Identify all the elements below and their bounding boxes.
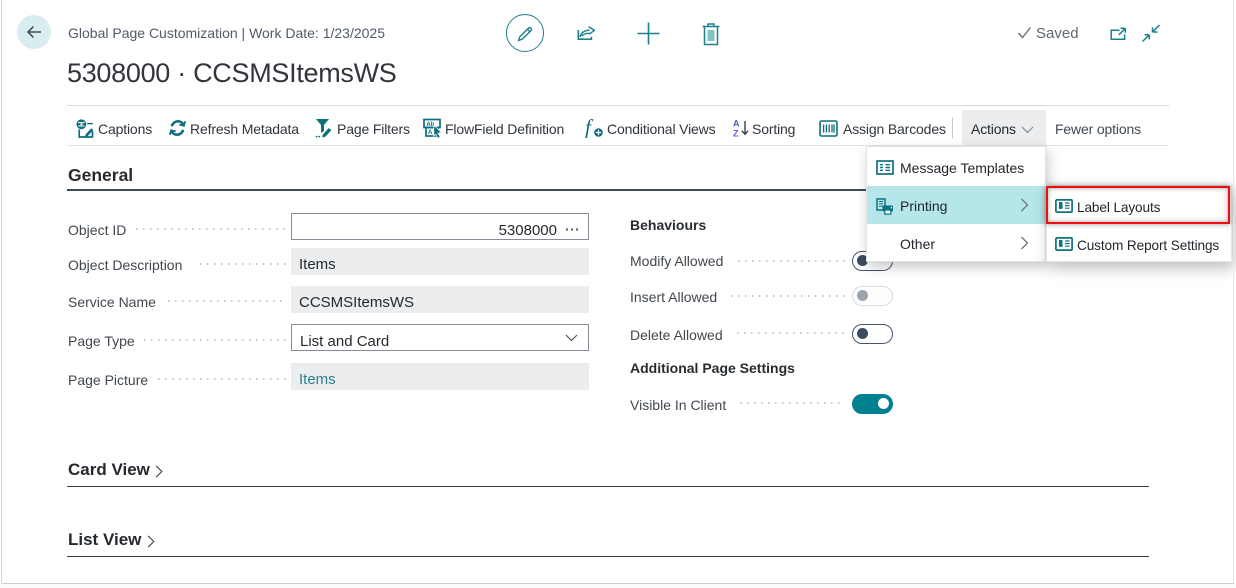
svg-text:A: A [733, 119, 740, 129]
svg-text:A: A [428, 130, 433, 136]
svg-text:Z: Z [733, 129, 739, 139]
svg-text:f: f [585, 118, 594, 138]
